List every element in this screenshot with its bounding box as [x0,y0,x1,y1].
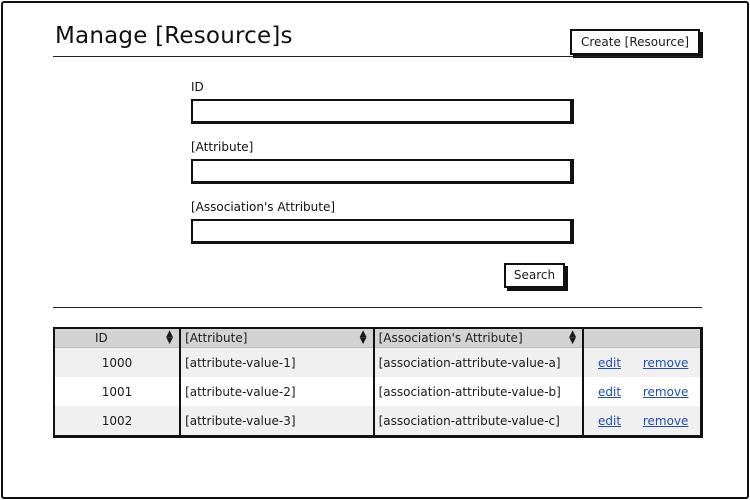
cell-actions: edit remove [583,377,700,406]
results-table: ID ▲ ▼ [Attribute] ▲ ▼ [Association's Attr… [53,327,703,438]
column-header-actions [583,329,700,348]
id-field-label: ID [191,80,204,94]
cell-id: 1001 [55,377,182,406]
sort-arrows-icon[interactable]: ▲ ▼ [360,330,367,346]
id-field[interactable] [191,99,574,124]
header-divider [53,56,702,57]
column-header-attribute[interactable]: [Attribute] ▲ ▼ [180,329,375,348]
attribute-field-label: [Attribute] [191,140,254,154]
cell-id: 1002 [55,406,182,435]
cell-attribute: [attribute-value-1] [180,347,375,377]
association-attribute-field[interactable] [191,219,574,244]
cell-id: 1000 [55,347,182,377]
table-row: 1002 [attribute-value-3] [association-at… [55,406,700,435]
cell-attribute: [attribute-value-3] [180,406,375,435]
cell-association-attribute: [association-attribute-value-a] [373,347,585,377]
cell-association-attribute: [association-attribute-value-c] [373,406,585,435]
table-row: 1000 [attribute-value-1] [association-at… [55,347,700,377]
edit-link[interactable]: edit [598,356,621,370]
page-title: Manage [Resource]s [55,23,293,49]
table-header-row: ID ▲ ▼ [Attribute] ▲ ▼ [Association's Attr… [55,329,700,348]
table-row: 1001 [attribute-value-2] [association-at… [55,377,700,406]
association-attribute-field-label: [Association's Attribute] [191,200,336,214]
column-header-label: [Association's Attribute] [378,331,523,345]
attribute-field[interactable] [191,159,574,184]
cell-actions: edit remove [583,406,700,435]
sort-arrows-icon[interactable]: ▲ ▼ [166,330,173,346]
section-divider [53,307,702,308]
edit-link[interactable]: edit [598,414,621,428]
column-header-label: [Attribute] [185,331,248,345]
cell-association-attribute: [association-attribute-value-b] [373,377,585,406]
remove-link[interactable]: remove [643,356,689,370]
search-button[interactable]: Search [504,263,565,288]
create-resource-button[interactable]: Create [Resource] [570,29,700,55]
remove-link[interactable]: remove [643,414,689,428]
column-header-label: ID [95,331,108,345]
cell-attribute: [attribute-value-2] [180,377,375,406]
window-frame: Manage [Resource]s Create [Resource] ID … [1,1,749,499]
cell-actions: edit remove [583,347,700,377]
column-header-id[interactable]: ID ▲ ▼ [55,329,182,348]
edit-link[interactable]: edit [598,385,621,399]
column-header-association-attribute[interactable]: [Association's Attribute] ▲ ▼ [373,329,585,348]
remove-link[interactable]: remove [643,385,689,399]
sort-arrows-icon[interactable]: ▲ ▼ [569,330,576,346]
